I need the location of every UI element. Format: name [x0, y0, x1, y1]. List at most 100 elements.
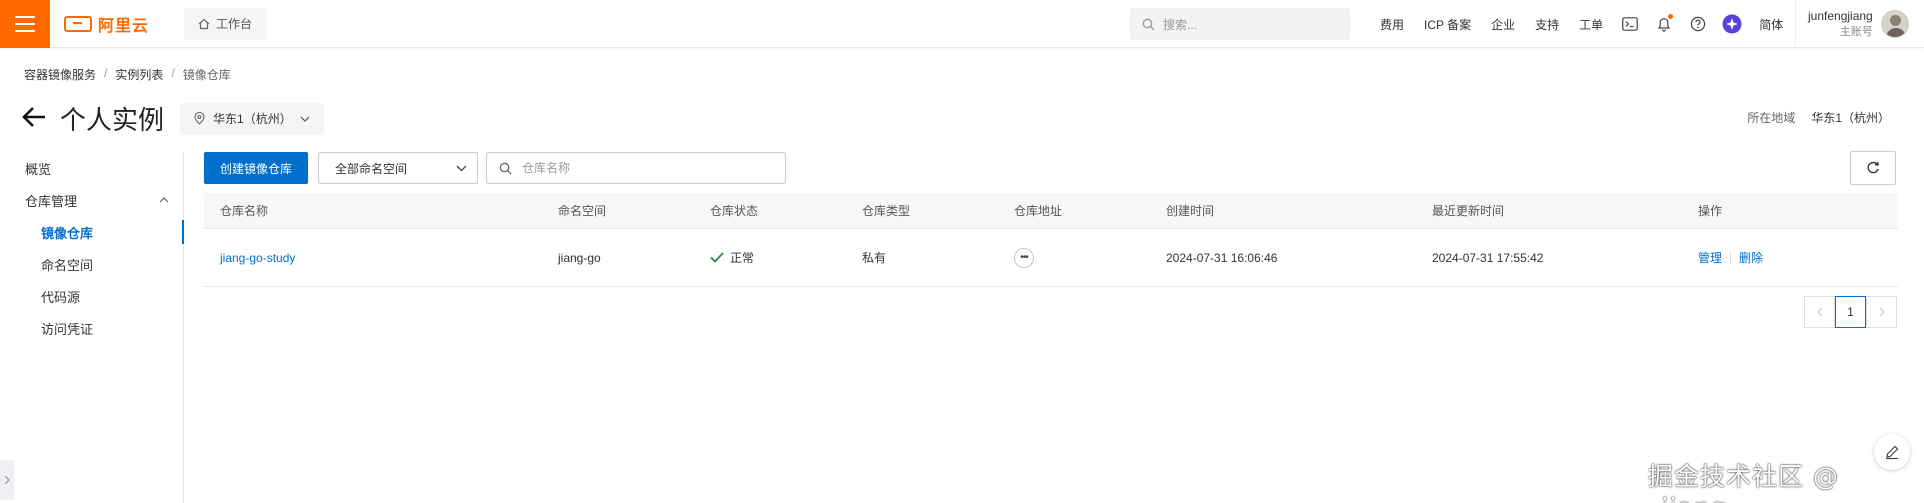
delete-link[interactable]: 删除: [1739, 249, 1763, 266]
back-arrow-icon[interactable]: [22, 105, 46, 133]
sidebar-item-code-sources[interactable]: 代码源: [0, 280, 183, 312]
manage-link[interactable]: 管理: [1698, 249, 1722, 266]
row-actions: 管理 删除: [1698, 249, 1763, 266]
column-header: 仓库名称: [220, 204, 269, 218]
chevron-left-icon: [1816, 307, 1822, 317]
top-navbar: 阿里云 工作台 搜索... 费用 ICP 备案 企业 支持 工单 简体 junf…: [0, 0, 1924, 48]
column-header: 操作: [1698, 204, 1723, 218]
repo-type: 私有: [862, 251, 887, 265]
region-info-label: 所在地域: [1747, 111, 1796, 125]
pagination: 1: [1804, 296, 1897, 328]
aliyun-logo-icon: [64, 15, 92, 32]
workbench-label: 工作台: [216, 17, 253, 31]
watermark: 掘金技术社区 @ _jiang: [1648, 462, 1839, 503]
help-icon[interactable]: [1681, 16, 1715, 32]
nav-ticket[interactable]: 工单: [1569, 16, 1613, 33]
global-search-placeholder: 搜索...: [1163, 17, 1198, 32]
user-menu[interactable]: junfengjiang 主账号: [1795, 0, 1909, 48]
chevron-right-icon: [4, 475, 10, 485]
prev-page-button[interactable]: [1804, 296, 1835, 328]
global-search-input[interactable]: 搜索...: [1130, 8, 1350, 40]
namespace-select-value: 全部命名空间: [335, 161, 408, 176]
breadcrumb-item-instances[interactable]: 实例列表: [115, 66, 163, 83]
page-title: 个人实例: [60, 105, 165, 135]
check-icon: [710, 252, 724, 263]
column-header: 命名空间: [558, 204, 607, 218]
search-icon: [1142, 18, 1155, 30]
search-icon: [499, 162, 512, 174]
sidebar-group-repo-management[interactable]: 仓库管理: [0, 184, 183, 216]
nav-icp[interactable]: ICP 备案: [1414, 16, 1481, 33]
repo-status-text: 正常: [730, 251, 755, 265]
refresh-icon: [1867, 161, 1879, 174]
repo-name-link[interactable]: jiang-go-study: [220, 251, 295, 265]
repo-search-box: [486, 152, 786, 184]
logo-text: 阿里云: [98, 17, 150, 35]
create-repo-button[interactable]: 创建镜像仓库: [204, 152, 309, 184]
repo-updated-time: 2024-07-31 17:55:42: [1432, 250, 1544, 265]
region-selector-value: 华东1（杭州）: [213, 112, 292, 126]
repo-status: 正常: [710, 249, 754, 266]
user-name: junfengjiang: [1808, 9, 1873, 23]
next-page-button[interactable]: [1866, 296, 1897, 328]
table-row: jiang-go-study jiang-go 正常 私有 ••• 2024-0…: [204, 229, 1898, 287]
chevron-down-icon: [300, 116, 310, 122]
region-info: 所在地域 华东1（杭州）: [1747, 109, 1890, 126]
location-pin-icon: [194, 112, 205, 125]
top-nav-links: 费用 ICP 备案 企业 支持 工单 简体: [1370, 0, 1793, 48]
sidebar-item-label: 镜像仓库: [41, 225, 94, 241]
ai-assistant-icon[interactable]: [1715, 14, 1749, 34]
action-divider: [1730, 251, 1732, 264]
region-selector[interactable]: 华东1（杭州）: [180, 102, 324, 135]
title-row: 个人实例 华东1（杭州）: [22, 100, 324, 137]
column-header: 最近更新时间: [1432, 204, 1505, 218]
repo-table: 仓库名称 命名空间 仓库状态 仓库类型 仓库地址 创建时间 最近更新时间 操作 …: [204, 193, 1898, 287]
aliyun-logo[interactable]: 阿里云: [64, 12, 174, 36]
sidebar-item-namespaces[interactable]: 命名空间: [0, 248, 183, 280]
nav-billing[interactable]: 费用: [1370, 16, 1414, 33]
home-icon: [198, 18, 210, 29]
region-info-value: 华东1（杭州）: [1811, 111, 1890, 125]
breadcrumb: 容器镜像服务 / 实例列表 / 镜像仓库: [24, 66, 231, 83]
language-switch[interactable]: 简体: [1749, 16, 1793, 33]
page-number[interactable]: 1: [1835, 296, 1866, 328]
breadcrumb-separator: /: [104, 66, 108, 80]
nav-support[interactable]: 支持: [1525, 16, 1569, 33]
breadcrumb-item-cr[interactable]: 容器镜像服务: [24, 66, 96, 83]
sidebar-item-label: 代码源: [41, 289, 81, 305]
menu-button[interactable]: [0, 0, 50, 48]
sidebar-item-label: 概览: [25, 161, 52, 177]
column-header: 仓库地址: [1014, 204, 1063, 218]
repo-created-time: 2024-07-31 16:06:46: [1166, 250, 1278, 265]
notification-dot: [1668, 14, 1674, 19]
sidebar: 概览 仓库管理 镜像仓库 命名空间 代码源 访问凭证: [0, 152, 184, 503]
chevron-up-icon: [159, 197, 169, 203]
column-header: 仓库状态: [710, 204, 759, 218]
more-icon[interactable]: •••: [1014, 247, 1034, 268]
sidebar-group-label: 仓库管理: [25, 193, 78, 209]
chevron-down-icon: [456, 165, 467, 171]
sidebar-item-label: 命名空间: [41, 257, 94, 273]
repo-namespace: jiang-go: [558, 250, 601, 265]
sidebar-item-overview[interactable]: 概览: [0, 152, 183, 184]
namespace-select[interactable]: 全部命名空间: [318, 152, 478, 184]
sidebar-item-label: 访问凭证: [41, 321, 94, 337]
chevron-right-icon: [1879, 307, 1885, 317]
avatar[interactable]: [1880, 10, 1909, 38]
column-header: 创建时间: [1166, 204, 1215, 218]
breadcrumb-item-current: 镜像仓库: [182, 68, 231, 82]
refresh-button[interactable]: [1850, 151, 1896, 185]
breadcrumb-separator: /: [171, 66, 175, 80]
sidebar-item-image-repos[interactable]: 镜像仓库: [0, 216, 184, 248]
sidebar-expand-handle[interactable]: [0, 460, 14, 500]
sidebar-item-access-credentials[interactable]: 访问凭证: [0, 312, 183, 344]
column-header: 仓库类型: [862, 204, 911, 218]
workbench-button[interactable]: 工作台: [184, 7, 267, 40]
user-role: 主账号: [1839, 26, 1873, 38]
nav-enterprise[interactable]: 企业: [1481, 16, 1525, 33]
repo-address-cell: •••: [1014, 247, 1034, 268]
bell-icon[interactable]: [1647, 14, 1681, 32]
repo-search-input[interactable]: [522, 161, 762, 175]
terminal-icon[interactable]: [1613, 17, 1647, 31]
table-header: 仓库名称 命名空间 仓库状态 仓库类型 仓库地址 创建时间 最近更新时间 操作: [204, 193, 1898, 229]
